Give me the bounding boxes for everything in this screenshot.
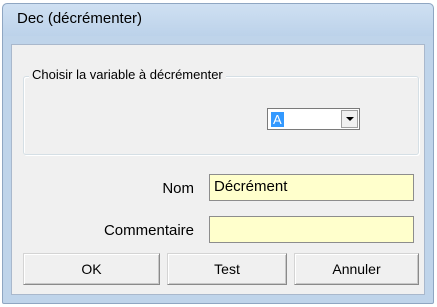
title-bar[interactable]: Dec (décrémenter) (3, 4, 433, 36)
ok-button[interactable]: OK (23, 253, 160, 285)
window-title: Dec (décrémenter) (17, 10, 143, 27)
variable-select-dropdown-button[interactable] (341, 110, 358, 128)
variable-select[interactable]: A (267, 108, 360, 130)
chevron-down-icon (346, 117, 354, 121)
variable-select-value: A (271, 112, 284, 127)
nom-field[interactable]: Décrément (209, 174, 414, 201)
test-button[interactable]: Test (167, 253, 287, 285)
dialog-window: Dec (décrémenter) Choisir la variable à … (2, 3, 434, 304)
commentaire-label: Commentaire (103, 222, 194, 239)
nom-label: Nom (162, 180, 194, 197)
cancel-button[interactable]: Annuler (294, 253, 419, 285)
dialog-client-area: Choisir la variable à décrémenter A Nom … (11, 44, 425, 295)
commentaire-field[interactable] (209, 216, 414, 243)
variable-groupbox-label: Choisir la variable à décrémenter (29, 67, 226, 82)
